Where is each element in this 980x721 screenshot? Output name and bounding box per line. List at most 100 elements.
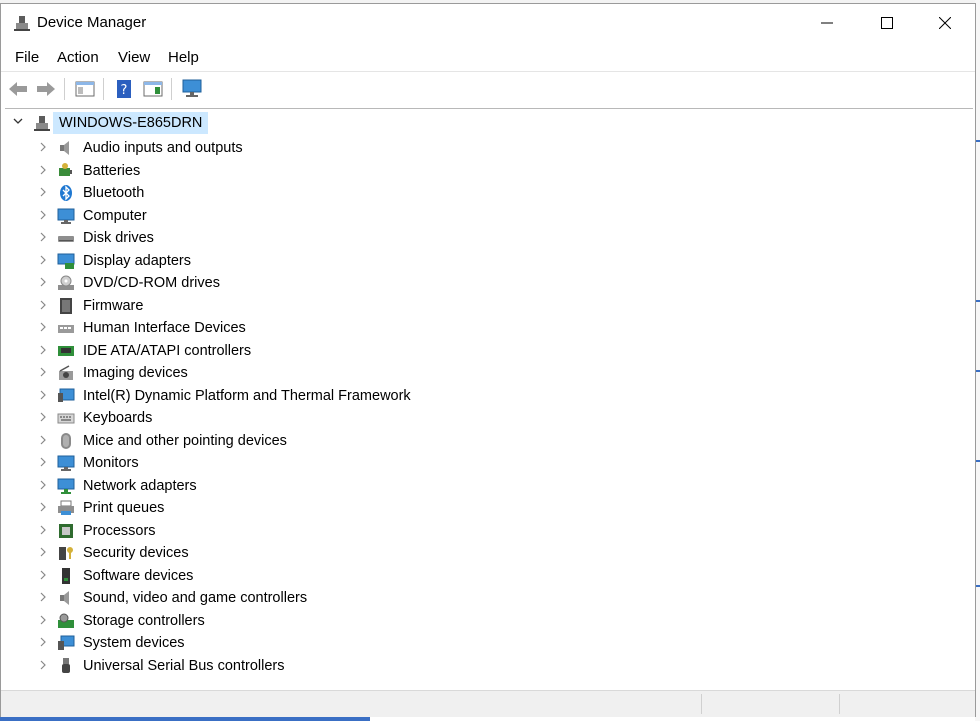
tree-item-label[interactable]: Monitors <box>83 452 139 474</box>
device-tree[interactable]: WINDOWS-E865DRN Audio inputs and outputs… <box>5 108 973 691</box>
tree-item-label[interactable]: Computer <box>83 205 147 227</box>
tree-item-label[interactable]: Disk drives <box>83 227 154 249</box>
tree-item-label[interactable]: Intel(R) Dynamic Platform and Thermal Fr… <box>83 385 411 407</box>
chevron-right-icon[interactable] <box>38 502 48 512</box>
tree-item-label[interactable]: Display adapters <box>83 250 191 272</box>
back-icon <box>9 82 27 96</box>
chevron-right-icon[interactable] <box>38 615 48 625</box>
tree-item[interactable]: Audio inputs and outputs <box>5 137 605 159</box>
tree-item[interactable]: Mice and other pointing devices <box>5 430 605 452</box>
chevron-right-icon[interactable] <box>38 322 48 332</box>
tree-item[interactable]: IDE ATA/ATAPI controllers <box>5 340 605 362</box>
tree-item[interactable]: Bluetooth <box>5 182 605 204</box>
tree-item[interactable]: DVD/CD-ROM drives <box>5 272 605 294</box>
tree-item-label[interactable]: Security devices <box>83 542 189 564</box>
tree-item-label[interactable]: System devices <box>83 632 185 654</box>
tree-item-label[interactable]: Network adapters <box>83 475 197 497</box>
chip-monitor-icon <box>58 388 75 402</box>
tree-item[interactable]: Imaging devices <box>5 362 605 384</box>
title-bar[interactable]: Device Manager <box>1 4 975 42</box>
maximize-button[interactable] <box>857 4 917 42</box>
hid-icon <box>58 325 74 333</box>
chevron-right-icon[interactable] <box>38 390 48 400</box>
chevron-right-icon[interactable] <box>38 412 48 422</box>
chevron-right-icon[interactable] <box>38 255 48 265</box>
tree-item[interactable]: System devices <box>5 632 605 654</box>
tree-item[interactable]: Human Interface Devices <box>5 317 605 339</box>
chevron-right-icon[interactable] <box>38 435 48 445</box>
chevron-right-icon[interactable] <box>38 592 48 602</box>
firmware-icon <box>60 297 72 314</box>
menu-view[interactable]: View <box>118 49 150 66</box>
chevron-right-icon[interactable] <box>38 637 48 647</box>
tree-item-label[interactable]: Universal Serial Bus controllers <box>83 655 284 677</box>
scan-hardware-button[interactable] <box>181 78 203 100</box>
tree-item[interactable]: Computer <box>5 205 605 227</box>
help-button[interactable]: ? <box>113 78 135 100</box>
ide-controller-icon <box>58 345 74 356</box>
mouse-icon <box>61 432 71 449</box>
show-hide-console-tree-button[interactable] <box>142 78 164 100</box>
tree-item-label[interactable]: DVD/CD-ROM drives <box>83 272 220 294</box>
chevron-right-icon[interactable] <box>38 210 48 220</box>
tree-item-label[interactable]: Audio inputs and outputs <box>83 137 243 159</box>
toolbar: ? <box>1 71 975 104</box>
tree-item[interactable]: Sound, video and game controllers <box>5 587 605 609</box>
software-device-icon <box>62 567 70 584</box>
tree-root-label[interactable]: WINDOWS-E865DRN <box>53 112 209 134</box>
tree-item-label[interactable]: Print queues <box>83 497 164 519</box>
tree-item[interactable]: Security devices <box>5 542 605 564</box>
tree-item-label[interactable]: Mice and other pointing devices <box>83 430 287 452</box>
tree-item[interactable]: Disk drives <box>5 227 605 249</box>
tree-item[interactable]: Print queues <box>5 497 605 519</box>
chevron-right-icon[interactable] <box>38 142 48 152</box>
chevron-right-icon[interactable] <box>38 457 48 467</box>
dvd-icon <box>58 275 74 290</box>
chevron-right-icon[interactable] <box>38 277 48 287</box>
tree-item[interactable]: Monitors <box>5 452 605 474</box>
tree-item-label[interactable]: Batteries <box>83 160 140 182</box>
chevron-right-icon[interactable] <box>38 232 48 242</box>
tree-item[interactable]: Intel(R) Dynamic Platform and Thermal Fr… <box>5 385 605 407</box>
chevron-right-icon[interactable] <box>38 525 48 535</box>
chevron-right-icon[interactable] <box>38 660 48 670</box>
tree-item[interactable]: Display adapters <box>5 250 605 272</box>
chevron-right-icon[interactable] <box>38 165 48 175</box>
tree-item[interactable]: Keyboards <box>5 407 605 429</box>
chevron-right-icon[interactable] <box>38 187 48 197</box>
close-button[interactable] <box>915 4 975 42</box>
chevron-right-icon[interactable] <box>38 300 48 310</box>
tree-item-label[interactable]: IDE ATA/ATAPI controllers <box>83 340 251 362</box>
tree-item[interactable]: Batteries <box>5 160 605 182</box>
menu-file[interactable]: File <box>15 49 39 66</box>
minimize-button[interactable] <box>797 4 857 42</box>
tree-item-label[interactable]: Software devices <box>83 565 193 587</box>
tree-item[interactable]: Network adapters <box>5 475 605 497</box>
back-button[interactable] <box>7 78 29 100</box>
menu-action[interactable]: Action <box>57 49 99 66</box>
tree-item-label[interactable]: Sound, video and game controllers <box>83 587 307 609</box>
tree-item-label[interactable]: Processors <box>83 520 156 542</box>
chevron-right-icon[interactable] <box>38 367 48 377</box>
tree-item-label[interactable]: Imaging devices <box>83 362 188 384</box>
tree-item-label[interactable]: Firmware <box>83 295 143 317</box>
tree-item[interactable]: Universal Serial Bus controllers <box>5 655 605 677</box>
chevron-right-icon[interactable] <box>38 345 48 355</box>
menu-help[interactable]: Help <box>168 49 199 66</box>
chevron-down-icon[interactable] <box>13 116 23 126</box>
tree-item[interactable]: Software devices <box>5 565 605 587</box>
tree-root[interactable]: WINDOWS-E865DRN <box>5 112 405 134</box>
properties-button[interactable] <box>74 78 96 100</box>
tree-item-label[interactable]: Storage controllers <box>83 610 205 632</box>
status-bar <box>1 690 975 717</box>
tree-item[interactable]: Processors <box>5 520 605 542</box>
tree-item[interactable]: Firmware <box>5 295 605 317</box>
chevron-right-icon[interactable] <box>38 480 48 490</box>
tree-item-label[interactable]: Bluetooth <box>83 182 144 204</box>
tree-item-label[interactable]: Keyboards <box>83 407 152 429</box>
chevron-right-icon[interactable] <box>38 570 48 580</box>
chevron-right-icon[interactable] <box>38 547 48 557</box>
tree-item-label[interactable]: Human Interface Devices <box>83 317 246 339</box>
tree-item[interactable]: Storage controllers <box>5 610 605 632</box>
forward-button[interactable] <box>35 78 57 100</box>
